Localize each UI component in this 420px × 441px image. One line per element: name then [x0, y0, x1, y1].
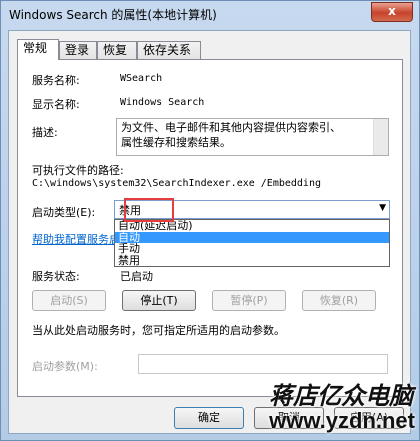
chevron-down-icon[interactable]: ▼ [379, 203, 386, 213]
watermark-url: www.yzdn.net [269, 408, 415, 433]
service-status-value: 已启动 [120, 270, 153, 283]
watermark-text: 蒋店亿众电脑 [269, 381, 413, 410]
resume-button[interactable]: 恢复(R) [302, 290, 376, 311]
tab-logon[interactable]: 登录 [59, 41, 97, 59]
description-line-1: 为文件、电子邮件和其他内容提供内容索引、 [121, 121, 341, 134]
stop-button[interactable]: 停止(T) [122, 290, 196, 311]
path-value: C:\windows\system32\SearchIndexer.exe /E… [32, 178, 321, 189]
start-params-input[interactable] [138, 354, 388, 374]
display-name-label: 显示名称: [32, 98, 80, 111]
tab-general[interactable]: 常规 [17, 39, 59, 60]
startup-type-dropdown[interactable]: 自动(延迟启动) 自动 手动 禁用 [114, 219, 390, 267]
start-params-label: 启动参数(M): [32, 360, 98, 373]
description-box[interactable]: 为文件、电子邮件和其他内容提供内容索引、 属性缓存和搜索结果。 [116, 118, 389, 156]
tab-dependencies[interactable]: 依存关系 [137, 41, 201, 59]
title-bar[interactable]: Windows Search 的属性(本地计算机) x [1, 1, 419, 29]
annotation-highlight-box [124, 198, 174, 222]
properties-window: Windows Search 的属性(本地计算机) x 常规 登录 恢复 依存关… [0, 0, 420, 441]
hint-text: 当从此处启动服务时，您可指定所适用的启动参数。 [32, 324, 285, 337]
window-title: Windows Search 的属性(本地计算机) [9, 8, 217, 22]
close-icon: x [388, 4, 396, 18]
service-status-label: 服务状态: [32, 270, 80, 283]
general-panel: 服务名称: WSearch 显示名称: Windows Search 描述: 为… [17, 59, 403, 397]
option-auto[interactable]: 自动 [115, 231, 389, 243]
option-disabled[interactable]: 禁用 [115, 254, 389, 267]
startup-type-label: 启动类型(E): [32, 206, 96, 219]
dialog-client: 常规 登录 恢复 依存关系 服务名称: WSearch 显示名称: Window… [8, 30, 411, 434]
description-label: 描述: [32, 126, 58, 139]
service-name-value: WSearch [120, 73, 163, 84]
service-name-label: 服务名称: [32, 74, 80, 87]
start-button[interactable]: 启动(S) [32, 290, 106, 311]
option-manual[interactable]: 手动 [115, 243, 389, 255]
pause-button[interactable]: 暂停(P) [212, 290, 286, 311]
tab-recovery[interactable]: 恢复 [97, 41, 137, 59]
ok-button[interactable]: 确定 [174, 407, 244, 429]
description-line-2: 属性缓存和搜索结果。 [121, 136, 231, 149]
description-scrollbar[interactable] [373, 119, 388, 155]
close-button[interactable]: x [371, 2, 413, 22]
display-name-value: Windows Search [120, 97, 205, 108]
path-label: 可执行文件的路径: [32, 164, 124, 177]
